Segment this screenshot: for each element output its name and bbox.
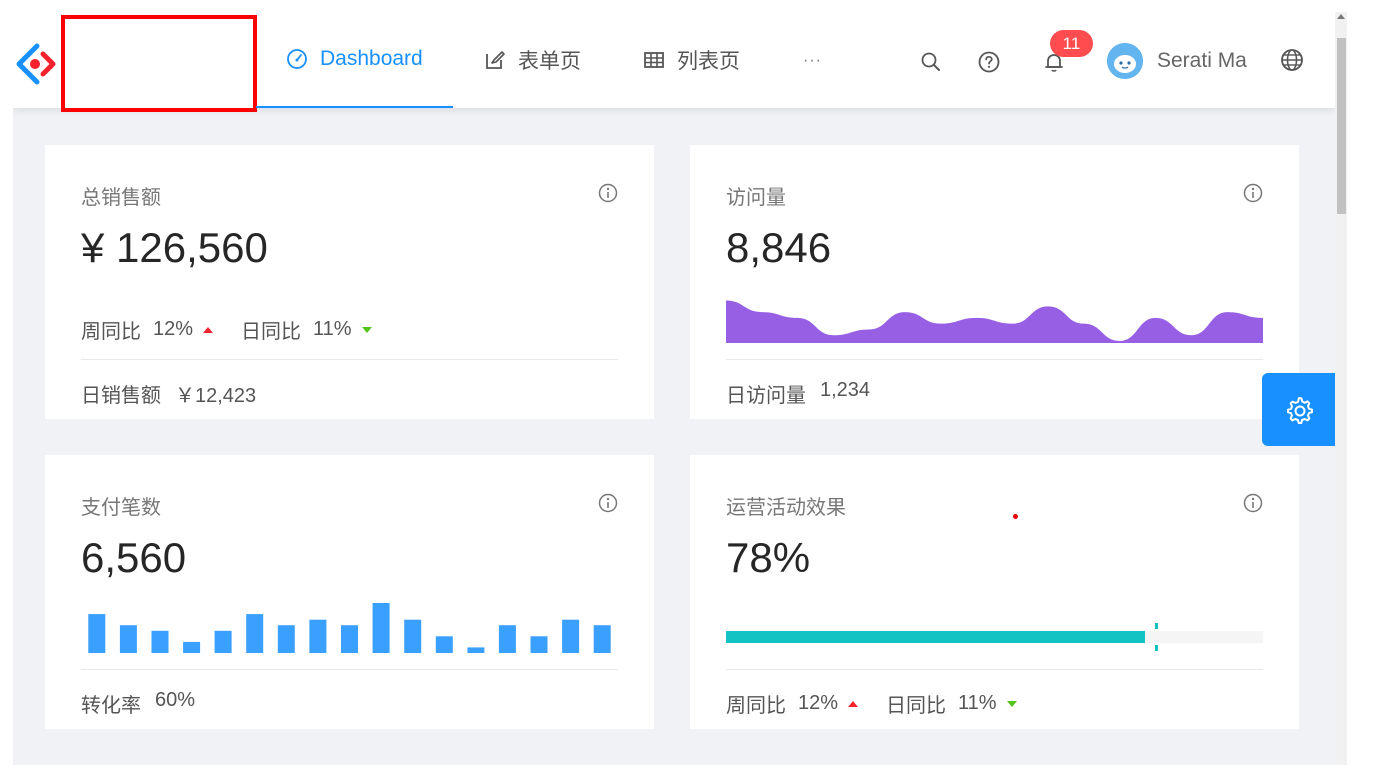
- payments-bar-chart: [88, 603, 611, 653]
- card-value: 8,846: [726, 224, 832, 271]
- nav-list-label: 列表页: [677, 50, 740, 73]
- avatar-icon: [1107, 43, 1143, 79]
- payments-bar: [467, 647, 485, 653]
- card-title: 运营活动效果: [726, 497, 846, 519]
- progress-target-marker: [1154, 623, 1158, 629]
- gear-icon: [1286, 396, 1313, 424]
- card-title: 访问量: [726, 187, 786, 209]
- card-value: ¥ 126,560: [81, 224, 268, 271]
- week-trend-value: 12%: [153, 318, 194, 340]
- card-title: 支付笔数: [81, 497, 161, 519]
- card-value: 78%: [726, 534, 811, 581]
- card-divider: [726, 669, 1263, 670]
- footer-label: 转化率: [81, 695, 141, 717]
- day-trend-value: 11%: [313, 318, 352, 340]
- payments-bar: [214, 630, 232, 653]
- payments-bar: [277, 625, 295, 653]
- trend-up-icon: [848, 700, 859, 707]
- info-icon[interactable]: [1243, 183, 1263, 203]
- day-trend-label: 日同比: [241, 321, 302, 343]
- payments-bar: [530, 636, 548, 653]
- footer-value: 60%: [155, 689, 196, 711]
- card-title: 总销售额: [81, 187, 161, 209]
- card-total-sales: 总销售额 ¥ 126,560 周同比 12% 日同比 11% 日销售额 ￥12,…: [45, 145, 654, 419]
- footer-label: 日销售额: [81, 385, 161, 407]
- card-operations: 运营活动效果 78% 周同比 12% 日同比 11%: [690, 455, 1299, 729]
- top-header: Dashboard 表单页 列表页 ··· 11 Serati Ma: [13, 12, 1335, 112]
- globe-icon[interactable]: [1280, 48, 1304, 72]
- avatar[interactable]: [1107, 43, 1143, 79]
- footer-value: 1,234: [820, 379, 871, 401]
- card-payments: 支付笔数 6,560 转化率 60%: [45, 455, 654, 729]
- scrollbar-thumb[interactable]: [1337, 38, 1346, 214]
- nav-more[interactable]: ···: [803, 52, 822, 70]
- nav-dashboard-label: Dashboard: [320, 47, 423, 70]
- day-trend-label: 日同比: [886, 695, 947, 717]
- payments-bar: [341, 625, 358, 653]
- payments-bar: [435, 636, 453, 653]
- day-trend-value: 11%: [958, 692, 997, 714]
- visits-area: [726, 300, 1263, 343]
- progress-target-marker: [1154, 645, 1158, 651]
- info-icon[interactable]: [1243, 493, 1263, 513]
- visits-area-chart: [726, 300, 1263, 343]
- payments-bar: [404, 619, 422, 653]
- payments-bar: [119, 625, 137, 653]
- trend-down-icon: [361, 326, 372, 333]
- card-visits: 访问量 8,846 日访问量 1,234: [690, 145, 1299, 419]
- payments-bar: [183, 641, 201, 653]
- card-footer: 日销售额 ￥12,423: [81, 379, 256, 408]
- highlight-box: [61, 15, 257, 112]
- progress-bar: [726, 623, 1263, 651]
- payments-bar: [562, 619, 580, 653]
- trend-row: 周同比 12% 日同比 11%: [81, 315, 372, 344]
- info-icon[interactable]: [598, 493, 618, 513]
- progress-fill: [726, 631, 1145, 643]
- user-name[interactable]: Serati Ma: [1157, 49, 1247, 73]
- trend-down-icon: [1006, 700, 1017, 707]
- notification-badge: 11: [1050, 30, 1093, 57]
- footer-label: 日访问量: [726, 385, 806, 407]
- week-trend-label: 周同比: [81, 321, 141, 343]
- table-icon: [644, 52, 664, 68]
- search-icon[interactable]: [919, 50, 943, 74]
- help-icon[interactable]: [977, 50, 1001, 74]
- payments-bar: [372, 603, 390, 653]
- cursor-dot: [1013, 514, 1018, 519]
- card-divider: [81, 359, 618, 360]
- card-divider: [726, 359, 1263, 360]
- card-footer: 转化率 60%: [81, 689, 195, 718]
- card-divider: [81, 669, 618, 670]
- payments-bar: [88, 614, 106, 653]
- payments-bar: [246, 614, 264, 653]
- settings-button[interactable]: [1262, 373, 1335, 446]
- scroll-up-arrow[interactable]: [1337, 14, 1345, 19]
- nav-list[interactable]: 列表页: [643, 12, 740, 108]
- payments-bar: [151, 630, 169, 653]
- card-footer: 日访问量 1,234: [726, 379, 870, 408]
- payments-bar: [309, 619, 327, 653]
- dashboard-icon: [287, 49, 307, 69]
- form-edit-icon: [486, 51, 505, 69]
- card-footer: 周同比 12% 日同比 11%: [726, 689, 1017, 718]
- footer-value: ￥12,423: [175, 385, 257, 407]
- logo-icon[interactable]: [13, 42, 57, 86]
- week-trend-value: 12%: [798, 692, 839, 714]
- nav-dashboard[interactable]: Dashboard: [256, 12, 453, 108]
- trend-up-icon: [203, 326, 214, 333]
- app-frame: Dashboard 表单页 列表页 ··· 11 Serati Ma 总销售额 …: [13, 12, 1335, 765]
- week-trend-label: 周同比: [726, 695, 786, 717]
- payments-bar: [593, 625, 611, 653]
- nav-form[interactable]: 表单页: [484, 12, 581, 108]
- card-value: 6,560: [81, 534, 187, 581]
- info-icon[interactable]: [598, 183, 618, 203]
- payments-bar: [498, 625, 516, 653]
- nav-form-label: 表单页: [518, 50, 581, 73]
